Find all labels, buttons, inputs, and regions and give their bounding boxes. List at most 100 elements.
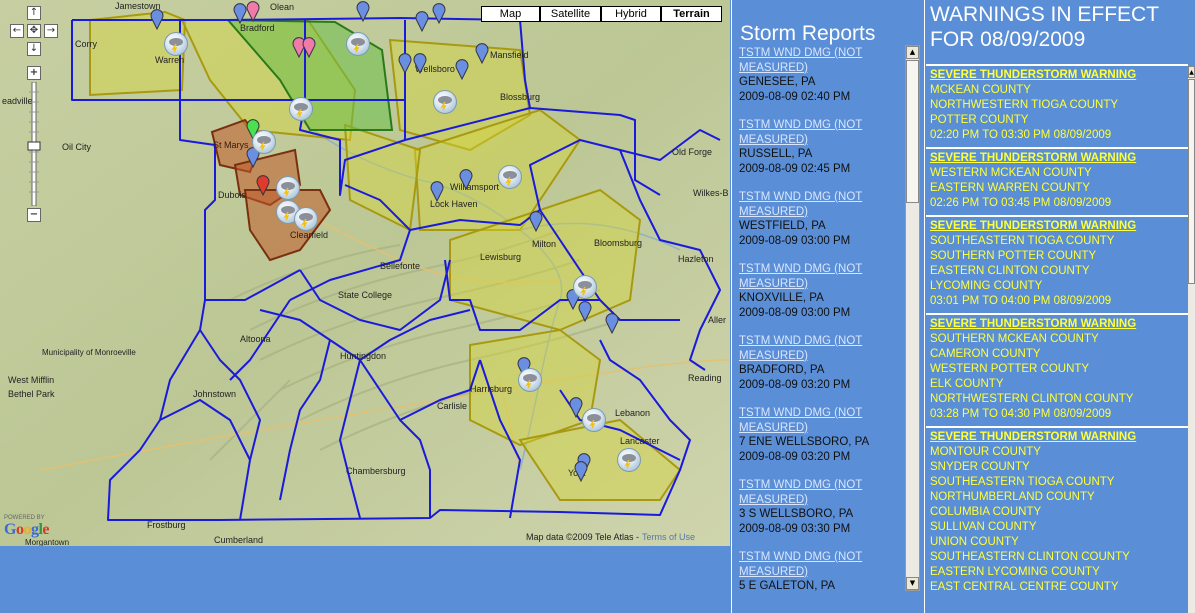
thunderstorm-icon[interactable] <box>518 368 542 392</box>
map-pin-icon[interactable] <box>415 10 429 33</box>
map-attribution: Map data ©2009 Tele Atlas - Terms of Use <box>526 532 695 542</box>
report-type-link[interactable]: TSTM WND DMG (NOT MEASURED) <box>739 406 904 435</box>
town-label: Bellefonte <box>380 261 420 271</box>
map-pin-icon[interactable] <box>569 396 583 419</box>
map-type-map-button[interactable]: Map <box>481 6 540 22</box>
map-pin-icon[interactable] <box>578 300 592 323</box>
report-type-link[interactable]: TSTM WND DMG (NOT MEASURED) <box>739 46 904 75</box>
terms-of-use-link[interactable]: Terms of Use <box>642 532 695 542</box>
weather-map[interactable]: Jamestown Olean Corry Bradford Warren Ma… <box>0 0 730 546</box>
thunderstorm-icon[interactable] <box>582 408 606 432</box>
report-time: 2009-08-09 03:20 PM <box>739 378 851 391</box>
scroll-down-button[interactable]: ▼ <box>906 577 919 590</box>
warning-county: COLUMBIA COUNTY <box>930 506 1042 518</box>
report-time: 2009-08-09 02:45 PM <box>739 162 851 175</box>
zoom-in-button[interactable]: + <box>27 66 41 80</box>
warning-county: EASTERN CLINTON COUNTY <box>930 265 1090 277</box>
warning-type-link[interactable]: SEVERE THUNDERSTORM WARNING <box>930 430 1188 445</box>
map-pin-icon[interactable] <box>529 210 543 233</box>
warning-county: CAMERON COUNTY <box>930 348 1041 360</box>
thunderstorm-icon[interactable] <box>573 275 597 299</box>
map-type-satellite-button[interactable]: Satellite <box>540 6 601 22</box>
warning-item: SEVERE THUNDERSTORM WARNING MCKEAN COUNT… <box>926 64 1188 147</box>
report-type-link[interactable]: TSTM WND DMG (NOT MEASURED) <box>739 262 904 291</box>
pan-right-button[interactable]: → <box>44 24 58 38</box>
storm-report-item: TSTM WND DMG (NOT MEASURED) RUSSELL, PA … <box>739 118 904 176</box>
map-pin-icon[interactable] <box>246 0 260 23</box>
map-pin-icon[interactable] <box>605 312 619 335</box>
map-type-terrain-button[interactable]: Terrain <box>661 6 722 22</box>
warning-county: EASTERN LYCOMING COUNTY <box>930 566 1100 578</box>
warning-type-link[interactable]: SEVERE THUNDERSTORM WARNING <box>930 151 1188 166</box>
map-pin-icon[interactable] <box>475 42 489 65</box>
map-pin-icon[interactable] <box>398 52 412 75</box>
scrollbar-thumb[interactable] <box>906 60 919 203</box>
report-type-link[interactable]: TSTM WND DMG (NOT MEASURED) <box>739 190 904 219</box>
thunderstorm-icon[interactable] <box>346 32 370 56</box>
pan-up-button[interactable]: ↑ <box>27 6 41 20</box>
map-pin-icon[interactable] <box>455 58 469 81</box>
minus-icon: − <box>29 209 39 220</box>
town-label: Morgantown <box>25 538 69 546</box>
storm-list-scrollbar[interactable]: ▲ ▼ <box>905 45 920 591</box>
warning-county: SOUTHEASTERN TIOGA COUNTY <box>930 235 1115 247</box>
map-pin-icon[interactable] <box>574 460 588 483</box>
town-label: Warren <box>155 55 184 65</box>
zoom-slider-handle[interactable] <box>27 141 41 151</box>
report-location: WESTFIELD, PA <box>739 220 826 232</box>
warning-type-link[interactable]: SEVERE THUNDERSTORM WARNING <box>930 68 1188 83</box>
storm-report-item: TSTM WND DMG (NOT MEASURED) KNOXVILLE, P… <box>739 262 904 320</box>
map-pin-icon[interactable] <box>430 180 444 203</box>
zoom-slider[interactable] <box>27 82 41 206</box>
thunderstorm-icon[interactable] <box>164 32 188 56</box>
map-pin-icon[interactable] <box>233 2 247 25</box>
report-type-link[interactable]: TSTM WND DMG (NOT MEASURED) <box>739 550 904 579</box>
pan-center-button[interactable]: ✥ <box>27 24 41 38</box>
thunderstorm-icon[interactable] <box>433 90 457 114</box>
town-label: Olean <box>270 2 294 12</box>
warning-county: SOUTHERN MCKEAN COUNTY <box>930 333 1099 345</box>
map-pin-icon[interactable] <box>432 2 446 25</box>
thunderstorm-icon[interactable] <box>617 448 641 472</box>
map-type-hybrid-button[interactable]: Hybrid <box>601 6 661 22</box>
map-pin-icon[interactable] <box>302 36 316 59</box>
report-type-link[interactable]: TSTM WND DMG (NOT MEASURED) <box>739 334 904 363</box>
thunderstorm-icon[interactable] <box>294 207 318 231</box>
arrow-left-icon: ← <box>12 25 22 36</box>
warning-county: SULLIVAN COUNTY <box>930 521 1037 533</box>
scroll-up-button[interactable]: ▲ <box>1188 66 1195 78</box>
town-label: Milton <box>532 239 556 249</box>
scroll-up-button[interactable]: ▲ <box>906 46 919 59</box>
warning-list[interactable]: SEVERE THUNDERSTORM WARNING MCKEAN COUNT… <box>926 64 1188 613</box>
map-pin-icon[interactable] <box>413 52 427 75</box>
pan-down-button[interactable]: ↓ <box>27 42 41 56</box>
storm-reports-title: Storm Reports <box>740 22 876 45</box>
thunderstorm-icon[interactable] <box>289 97 313 121</box>
map-pin-icon[interactable] <box>256 174 270 197</box>
town-label: State College <box>338 290 392 300</box>
center-icon: ✥ <box>29 25 39 36</box>
report-time: 2009-08-09 02:40 PM <box>739 90 851 103</box>
thunderstorm-icon[interactable] <box>252 130 276 154</box>
report-type-link[interactable]: TSTM WND DMG (NOT MEASURED) <box>739 478 904 507</box>
pan-left-button[interactable]: ← <box>10 24 24 38</box>
warning-county: SOUTHEASTERN TIOGA COUNTY <box>930 476 1115 488</box>
thunderstorm-icon[interactable] <box>276 176 300 200</box>
map-pin-icon[interactable] <box>150 8 164 31</box>
scrollbar-thumb[interactable] <box>1188 79 1195 284</box>
map-pin-icon[interactable] <box>459 168 473 191</box>
report-location: 7 ENE WELLSBORO, PA <box>739 436 870 448</box>
warning-type-link[interactable]: SEVERE THUNDERSTORM WARNING <box>930 317 1188 332</box>
map-pin-icon[interactable] <box>356 0 370 23</box>
triangle-down-icon: ▼ <box>909 579 916 587</box>
town-label: Cumberland <box>214 535 263 545</box>
report-type-link[interactable]: TSTM WND DMG (NOT MEASURED) <box>739 118 904 147</box>
zoom-out-button[interactable]: − <box>27 208 41 222</box>
warnings-title: WARNINGS IN EFFECT FOR 08/09/2009 <box>930 3 1159 51</box>
thunderstorm-icon[interactable] <box>498 165 522 189</box>
warning-county: EAST CENTRAL CENTRE COUNTY <box>930 581 1119 593</box>
storm-report-list[interactable]: TSTM WND DMG (NOT MEASURED) GENESEE, PA … <box>739 46 904 592</box>
arrow-down-icon: ↓ <box>29 43 39 54</box>
warning-type-link[interactable]: SEVERE THUNDERSTORM WARNING <box>930 219 1188 234</box>
warning-list-scrollbar[interactable]: ▲ <box>1188 66 1195 613</box>
